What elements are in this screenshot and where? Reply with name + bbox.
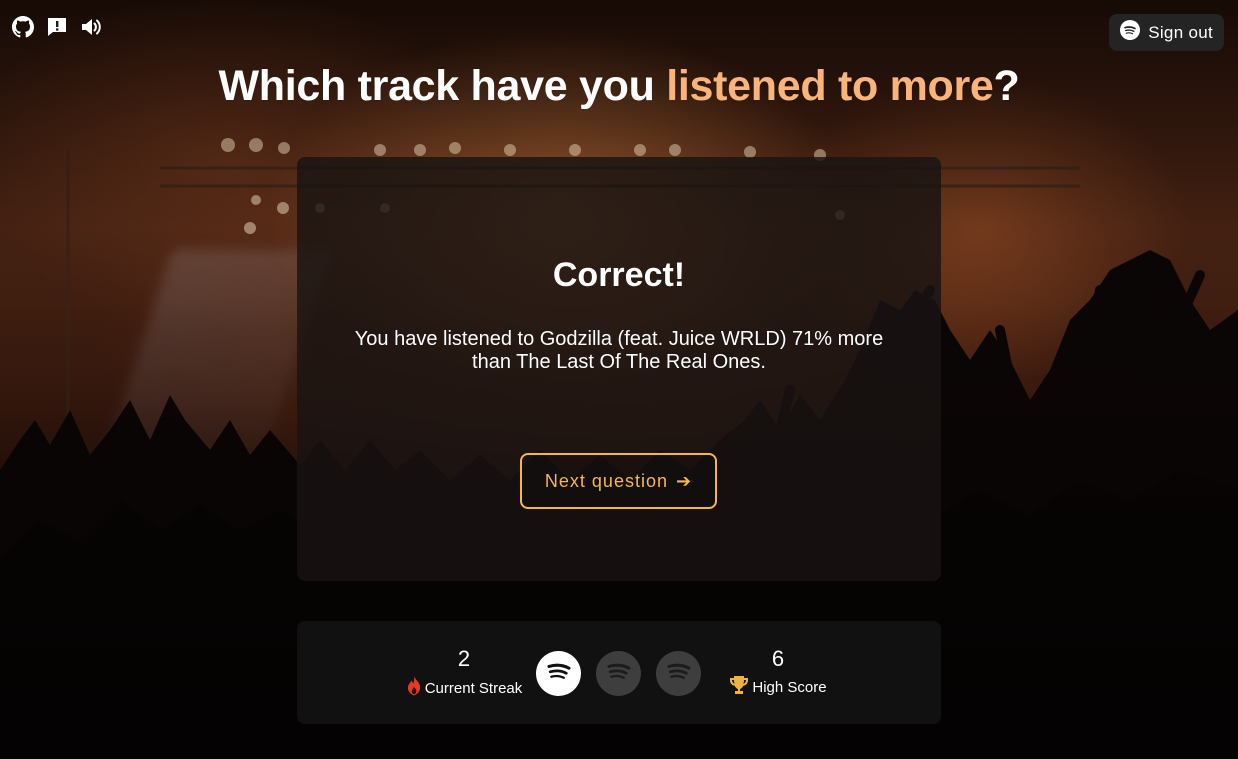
github-icon[interactable] [12,16,34,38]
spotify-icon [663,655,695,692]
result-message: You have listened to Godzilla (feat. Jui… [354,328,884,373]
fire-icon [406,676,422,700]
current-streak-value: 2 [457,646,471,671]
title-suffix: ? [993,62,1020,110]
arrow-right-icon: ➔ [675,470,693,491]
high-score-value: 6 [771,646,785,671]
result-title: Correct! [552,256,686,294]
trophy-icon [729,676,749,698]
page-title: Which track have you listened to more? [0,62,1238,111]
life-indicator-active [536,651,581,696]
top-icon-bar [12,16,102,38]
high-score-label: High Score [752,678,827,696]
sign-out-button[interactable]: Sign out [1109,14,1224,51]
spotify-icon [543,655,575,692]
current-streak: 2 Current Streak [394,645,534,700]
current-streak-label: Current Streak [424,679,523,697]
feedback-icon[interactable] [46,16,68,38]
next-question-button[interactable]: Next question ➔ [520,453,717,509]
volume-icon[interactable] [80,16,102,38]
life-indicator-lost [596,651,641,696]
high-score: 6 High Score [715,645,841,698]
sign-out-label: Sign out [1148,22,1213,42]
next-question-label: Next question [544,470,668,491]
title-highlight: listened to more [666,62,994,110]
title-prefix: Which track have you [218,62,667,110]
spotify-icon [1120,20,1141,45]
spotify-icon [603,655,635,692]
life-indicator-lost [656,651,701,696]
